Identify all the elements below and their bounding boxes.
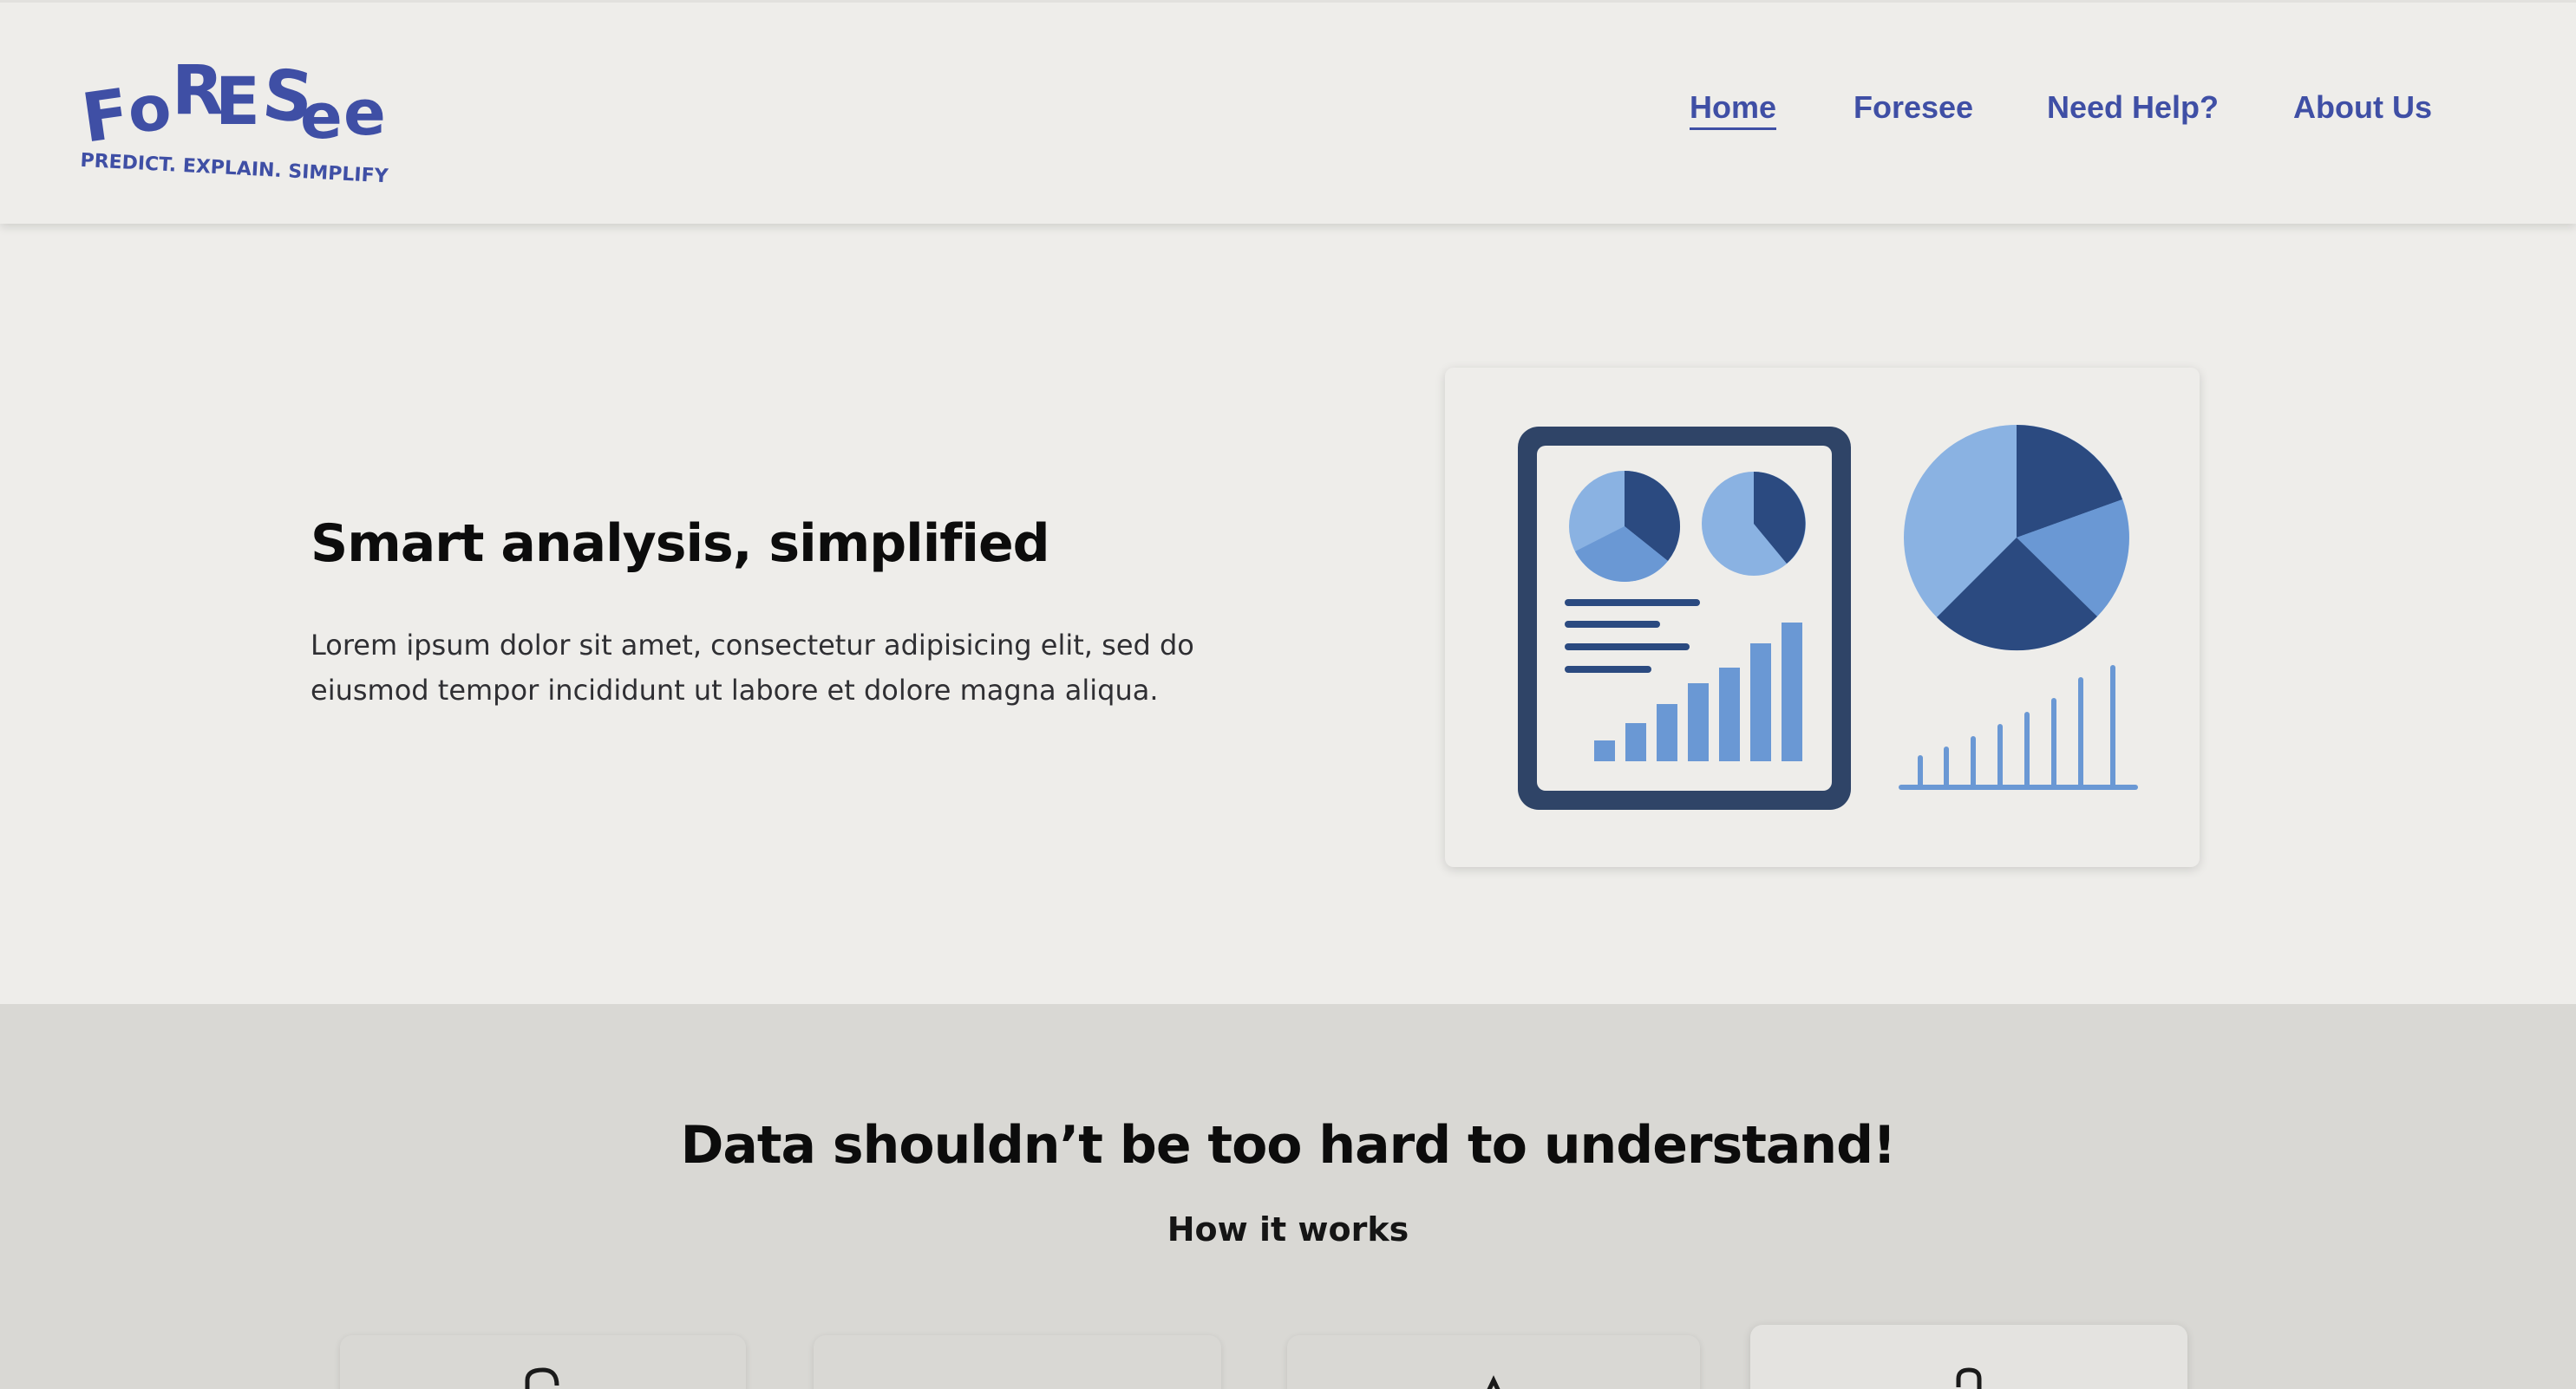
svg-text:PREDICT. EXPLAIN. SIMPLIFY: PREDICT. EXPLAIN. SIMPLIFY [80, 150, 389, 188]
hero-title: Smart analysis, simplified [311, 513, 1050, 574]
nav-need-help-link[interactable]: Need Help? [2047, 89, 2219, 126]
how-it-works-section: Data shouldn’t be too hard to understand… [0, 1004, 2576, 1389]
section-subtitle: How it works [1167, 1210, 1409, 1249]
section-title: Data shouldn’t be too hard to understand… [680, 1115, 1897, 1176]
nav-home-link[interactable]: Home [1690, 89, 1777, 130]
nav-foresee-link[interactable]: Foresee [1854, 89, 1973, 126]
hero-illustration-card [1445, 368, 2200, 867]
dashboard-analytics-illustration [1518, 425, 2138, 810]
small-pie-chart-1 [1569, 471, 1681, 582]
main-nav: Home Foresee Need Help? About Us [0, 89, 2576, 141]
step-card-3[interactable] [1287, 1335, 1700, 1389]
small-pie-chart-2 [1702, 472, 1806, 576]
step-4-icon [1956, 1367, 1982, 1389]
page: F o R E S e e PREDICT. EXPLAIN. SIMPLIFY… [0, 0, 2576, 1389]
step-3-icon [1487, 1375, 1500, 1389]
step-card-2[interactable] [814, 1335, 1221, 1389]
step-1-icon [525, 1367, 559, 1389]
large-pie-chart [1904, 425, 2129, 651]
nav-about-us-link[interactable]: About Us [2293, 89, 2432, 126]
site-header: F o R E S e e PREDICT. EXPLAIN. SIMPLIFY… [0, 0, 2576, 224]
step-2-icon [991, 1361, 1043, 1389]
vertical-line-chart [1899, 665, 2138, 790]
step-card-1[interactable] [340, 1335, 746, 1389]
hero-description: Lorem ipsum dolor sit amet, consectetur … [311, 629, 1194, 707]
step-card-4[interactable] [1750, 1325, 2187, 1389]
